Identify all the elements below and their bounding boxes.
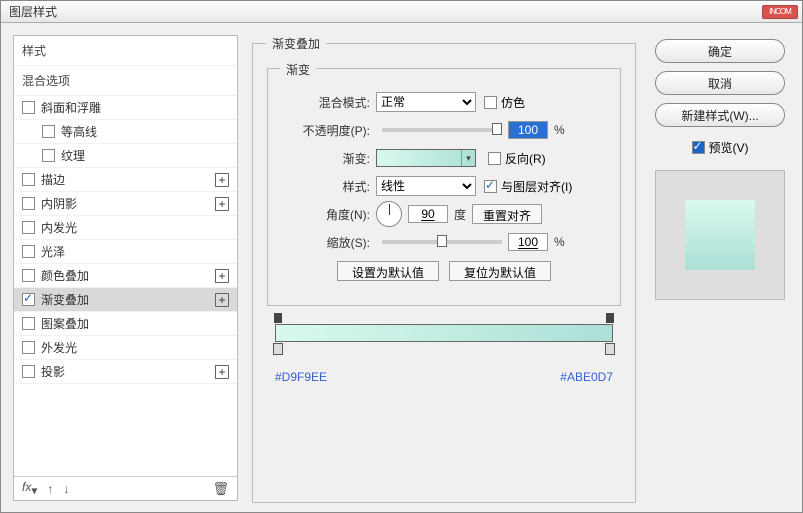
opacity-stop-left[interactable] bbox=[274, 313, 282, 323]
sidebar-item-contour[interactable]: 等高线 bbox=[14, 120, 237, 144]
arrow-down-icon[interactable]: ↓ bbox=[63, 482, 69, 496]
dither-checkbox[interactable] bbox=[484, 96, 497, 109]
plus-icon[interactable]: + bbox=[215, 269, 229, 283]
opacity-stop-right[interactable] bbox=[606, 313, 614, 323]
scale-label: 缩放(S): bbox=[286, 234, 376, 251]
checkbox-icon[interactable] bbox=[42, 125, 55, 138]
checkbox-icon[interactable] bbox=[22, 245, 35, 258]
layer-style-dialog: 图层样式 INCOM 样式 混合选项 斜面和浮雕 等高线 纹理 描边+ 内阴影+… bbox=[0, 0, 803, 513]
angle-label: 角度(N): bbox=[286, 206, 376, 223]
sidebar-item-texture[interactable]: 纹理 bbox=[14, 144, 237, 168]
styles-sidebar: 样式 混合选项 斜面和浮雕 等高线 纹理 描边+ 内阴影+ 内发光 光泽 颜色叠… bbox=[13, 35, 238, 501]
dither-label: 仿色 bbox=[501, 94, 525, 111]
checkbox-icon[interactable] bbox=[22, 221, 35, 234]
arrow-up-icon[interactable]: ↑ bbox=[47, 482, 53, 496]
checkbox-icon[interactable] bbox=[22, 365, 35, 378]
sidebar-item-gradient-overlay[interactable]: 渐变叠加+ bbox=[14, 288, 237, 312]
checkbox-icon[interactable] bbox=[22, 197, 35, 210]
blend-mode-label: 混合模式: bbox=[286, 94, 376, 111]
align-label: 与图层对齐(I) bbox=[501, 178, 572, 195]
gradient-editor[interactable]: #D9F9EE #ABE0D7 bbox=[267, 324, 621, 384]
sidebar-item-drop-shadow[interactable]: 投影+ bbox=[14, 360, 237, 384]
reset-align-button[interactable]: 重置对齐 bbox=[472, 204, 542, 224]
set-default-button[interactable]: 设置为默认值 bbox=[337, 261, 439, 281]
sidebar-item-stroke[interactable]: 描边+ bbox=[14, 168, 237, 192]
opacity-value[interactable]: 100 bbox=[508, 121, 548, 139]
preview-box bbox=[655, 170, 785, 300]
opacity-slider[interactable] bbox=[382, 128, 502, 132]
plus-icon[interactable]: + bbox=[215, 173, 229, 187]
scale-slider[interactable] bbox=[382, 240, 502, 244]
sidebar-item-outer-glow[interactable]: 外发光 bbox=[14, 336, 237, 360]
panel-title: 渐变叠加 bbox=[266, 35, 326, 52]
action-panel: 确定 取消 新建样式(W)... 预览(V) bbox=[650, 35, 790, 501]
new-style-button[interactable]: 新建样式(W)... bbox=[655, 103, 785, 127]
align-checkbox[interactable] bbox=[484, 180, 497, 193]
checkbox-icon[interactable] bbox=[22, 173, 35, 186]
plus-icon[interactable]: + bbox=[215, 197, 229, 211]
settings-panel: 渐变叠加 渐变 混合模式: 正常 仿色 不透明度(P): 100 % bbox=[252, 35, 636, 501]
scale-value[interactable]: 100 bbox=[508, 233, 548, 251]
preview-checkbox[interactable] bbox=[692, 141, 705, 154]
sidebar-item-inner-shadow[interactable]: 内阴影+ bbox=[14, 192, 237, 216]
sidebar-footer: fx▾ ↑ ↓ 🗑 bbox=[14, 476, 237, 500]
cancel-button[interactable]: 取消 bbox=[655, 71, 785, 95]
fx-menu-icon[interactable]: fx▾ bbox=[22, 480, 37, 497]
checkbox-icon[interactable] bbox=[22, 293, 35, 306]
sidebar-item-satin[interactable]: 光泽 bbox=[14, 240, 237, 264]
checkbox-icon[interactable] bbox=[22, 269, 35, 282]
style-label: 样式: bbox=[286, 178, 376, 195]
sidebar-item-bevel[interactable]: 斜面和浮雕 bbox=[14, 96, 237, 120]
gradient-swatch[interactable]: ▾ bbox=[376, 149, 476, 167]
checkbox-icon[interactable] bbox=[22, 101, 35, 114]
gradient-label: 渐变: bbox=[286, 150, 376, 167]
sidebar-item-pattern-overlay[interactable]: 图案叠加 bbox=[14, 312, 237, 336]
titlebar[interactable]: 图层样式 INCOM bbox=[1, 1, 802, 23]
checkbox-icon[interactable] bbox=[22, 341, 35, 354]
chevron-down-icon[interactable]: ▾ bbox=[461, 150, 475, 166]
color-left-label: #D9F9EE bbox=[275, 370, 327, 384]
styles-header[interactable]: 样式 bbox=[14, 36, 237, 66]
color-stop-right[interactable] bbox=[605, 343, 615, 355]
ok-button[interactable]: 确定 bbox=[655, 39, 785, 63]
gradient-bar[interactable] bbox=[275, 324, 613, 342]
plus-icon[interactable]: + bbox=[215, 365, 229, 379]
opacity-label: 不透明度(P): bbox=[286, 122, 376, 139]
scale-unit: % bbox=[554, 235, 565, 249]
color-right-label: #ABE0D7 bbox=[560, 370, 613, 384]
angle-dial[interactable] bbox=[376, 201, 402, 227]
checkbox-icon[interactable] bbox=[22, 317, 35, 330]
angle-value[interactable]: 90 bbox=[408, 205, 448, 223]
dialog-title: 图层样式 bbox=[5, 3, 762, 20]
preview-swatch bbox=[685, 200, 755, 270]
close-icon[interactable]: INCOM bbox=[762, 5, 798, 19]
reverse-checkbox[interactable] bbox=[488, 152, 501, 165]
blend-mode-select[interactable]: 正常 bbox=[376, 92, 476, 112]
trash-icon[interactable]: 🗑 bbox=[212, 481, 229, 497]
angle-unit: 度 bbox=[454, 206, 466, 223]
preview-label: 预览(V) bbox=[709, 139, 749, 156]
plus-icon[interactable]: + bbox=[215, 293, 229, 307]
checkbox-icon[interactable] bbox=[42, 149, 55, 162]
color-stop-left[interactable] bbox=[273, 343, 283, 355]
style-select[interactable]: 线性 bbox=[376, 176, 476, 196]
reverse-label: 反向(R) bbox=[505, 150, 546, 167]
reset-default-button[interactable]: 复位为默认值 bbox=[449, 261, 551, 281]
group-title: 渐变 bbox=[280, 61, 316, 78]
opacity-unit: % bbox=[554, 123, 565, 137]
blend-options-header[interactable]: 混合选项 bbox=[14, 66, 237, 96]
sidebar-item-color-overlay[interactable]: 颜色叠加+ bbox=[14, 264, 237, 288]
sidebar-item-inner-glow[interactable]: 内发光 bbox=[14, 216, 237, 240]
